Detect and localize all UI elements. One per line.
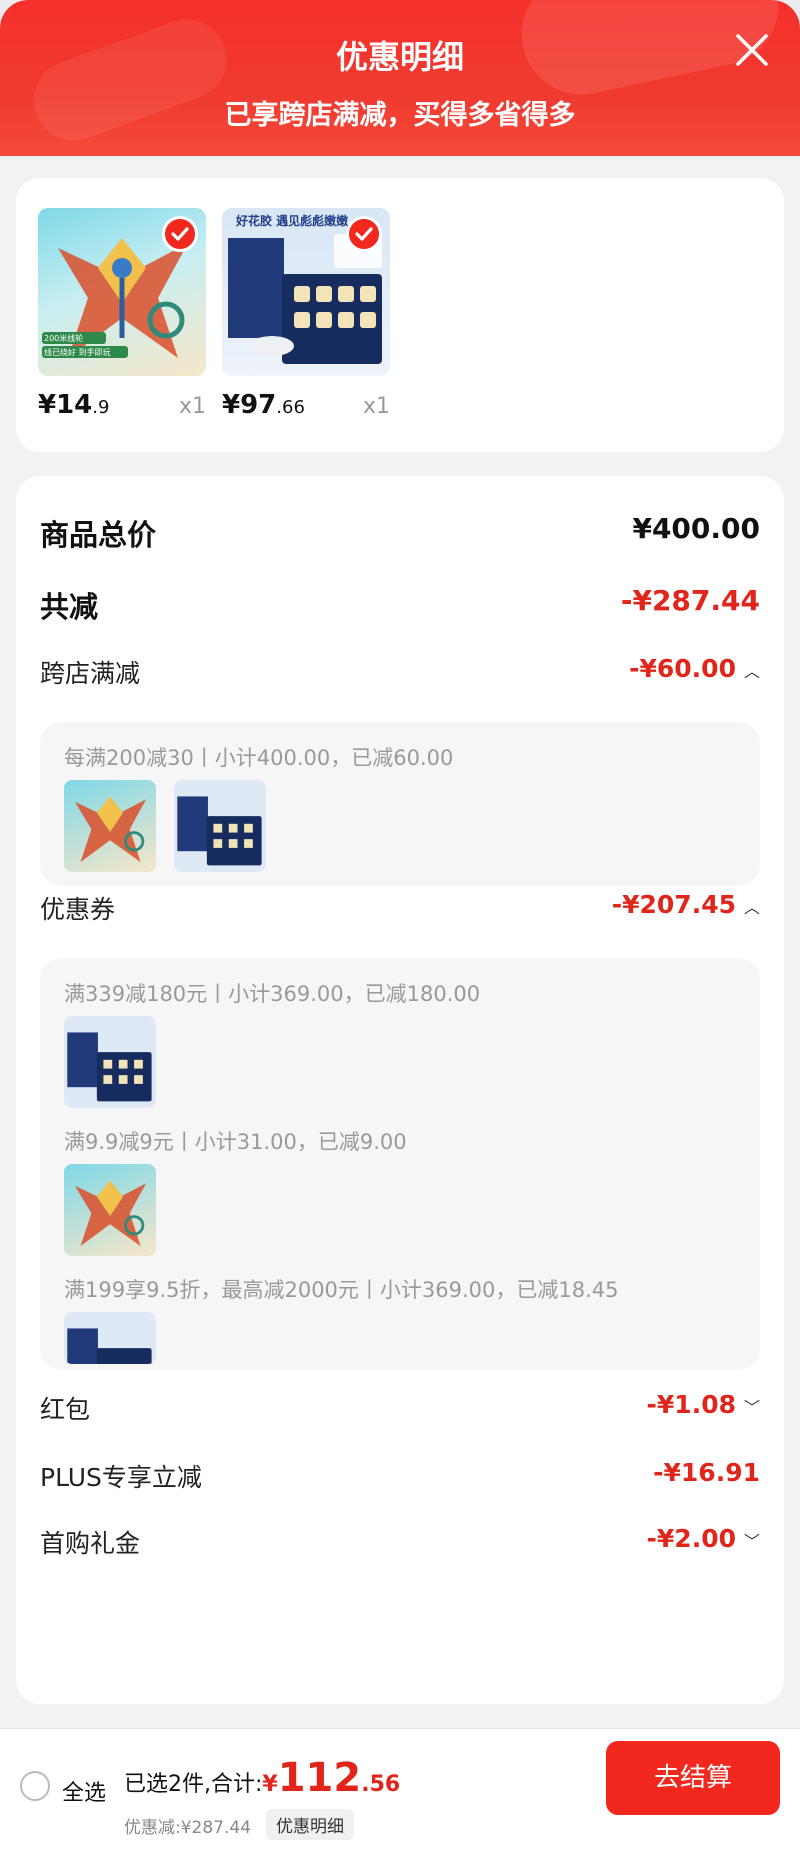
- mini-product-box: [64, 1016, 156, 1108]
- select-all-radio[interactable]: [20, 1771, 50, 1801]
- mini-product-box: [64, 1312, 156, 1364]
- product-image-box: 好花胶 遇见彪彪嫩嫩: [222, 208, 390, 376]
- badge-text: 200米线轮: [44, 334, 84, 343]
- product-price: ¥97.66: [222, 390, 305, 420]
- selection-summary: 已选2件,合计:¥112.56: [124, 1755, 400, 1801]
- discount-detail-button[interactable]: 优惠明细: [266, 1809, 354, 1840]
- total-price-row: 商品总价 ¥400.00: [40, 512, 760, 552]
- product-quantity: x1: [362, 394, 390, 419]
- coupon-label: 优惠券: [40, 895, 116, 924]
- first-gift-label: 首购礼金: [40, 1529, 141, 1558]
- total-reduce-row: 共减 -¥287.44: [40, 584, 760, 624]
- discount-breakdown-card: 商品总价 ¥400.00 共减 -¥287.44 跨店满减 -¥60.00 ︿ 每…: [16, 476, 784, 1704]
- plus-row: PLUS专享立减 -¥16.91: [40, 1458, 760, 1498]
- close-icon: [736, 34, 768, 66]
- red-packet-amount: -¥1.08 ﹀: [646, 1390, 760, 1419]
- total-price-value: ¥400.00: [632, 512, 760, 545]
- product-quantity: x1: [178, 394, 206, 419]
- coupon-line: 满339减180元丨小计369.00，已减180.00: [64, 982, 481, 1006]
- cross-store-amount: -¥60.00 ︿: [629, 654, 760, 683]
- cross-store-detail-box: 每满200减30丨小计400.00，已减60.00: [40, 722, 760, 886]
- red-packet-row[interactable]: 红包 -¥1.08 ﹀: [40, 1390, 760, 1430]
- coupon-detail-box: 满339减180元丨小计369.00，已减180.00 满9.9减9元丨小计31…: [40, 958, 760, 1370]
- mini-product-box: [174, 780, 266, 872]
- coupon-line: 满199享9.5折，最高减2000元丨小计369.00，已减18.45: [64, 1278, 619, 1302]
- coupon-amount: -¥207.45 ︿: [611, 890, 760, 919]
- coupon-row[interactable]: 优惠券 -¥207.45 ︿: [40, 890, 760, 930]
- plus-label: PLUS专享立减: [40, 1463, 202, 1492]
- product-price: ¥14.9: [38, 390, 110, 420]
- sheet-title: 优惠明细: [335, 38, 464, 76]
- product-price-row: ¥14.9 x1: [38, 386, 206, 426]
- chevron-up-icon: ︿: [743, 898, 760, 917]
- first-gift-row[interactable]: 首购礼金 -¥2.00 ﹀: [40, 1524, 760, 1564]
- mini-product-kite: [64, 1164, 156, 1256]
- product-item[interactable]: 好花胶 遇见彪彪嫩嫩 ¥97.66 x1: [222, 208, 390, 426]
- cross-store-row[interactable]: 跨店满减 -¥60.00 ︿: [40, 654, 760, 694]
- total-amount-dec: .56: [361, 1772, 401, 1797]
- selected-products-card: 200米线轮 线已绕好 到手即玩 ¥14.9 x1 好花胶 遇见彪彪嫩嫩 ¥97…: [16, 178, 784, 452]
- chevron-up-icon: ︿: [743, 662, 760, 681]
- red-packet-label: 红包: [40, 1395, 91, 1424]
- chevron-down-icon: ﹀: [743, 1532, 760, 1551]
- sheet-header: 优惠明细 已享跨店满减，买得多省得多: [0, 0, 800, 156]
- select-all-label[interactable]: 全选: [62, 1775, 106, 1807]
- total-reduce-label: 共减: [40, 590, 99, 624]
- checkout-bar: 全选 已选2件,合计:¥112.56 优惠减:¥287.44 优惠明细 去结算: [0, 1728, 800, 1856]
- close-button[interactable]: [732, 30, 772, 70]
- discount-detail-sheet: 优惠明细 已享跨店满减，买得多省得多 200米线轮 线已绕好 到手即玩 ¥14.…: [0, 0, 800, 1856]
- product-price-row: ¥97.66 x1: [222, 386, 390, 426]
- first-gift-amount: -¥2.00 ﹀: [646, 1524, 760, 1553]
- badge-text: 线已绕好 到手即玩: [44, 348, 111, 357]
- product-banner-text: 好花胶 遇见彪彪嫩嫩: [236, 214, 349, 228]
- coupon-line: 满9.9减9元丨小计31.00，已减9.00: [64, 1130, 407, 1154]
- check-icon[interactable]: [162, 216, 198, 252]
- product-image-kite: 200米线轮 线已绕好 到手即玩: [38, 208, 206, 376]
- checkout-button[interactable]: 去结算: [606, 1741, 780, 1815]
- product-item[interactable]: 200米线轮 线已绕好 到手即玩 ¥14.9 x1: [38, 208, 206, 426]
- total-price-label: 商品总价: [40, 518, 157, 552]
- plus-amount: -¥16.91: [653, 1458, 760, 1487]
- cross-store-label: 跨店满减: [40, 659, 141, 688]
- selected-count-text: 已选2件,合计:: [124, 1772, 263, 1797]
- check-icon[interactable]: [346, 216, 382, 252]
- mini-product-kite: [64, 780, 156, 872]
- total-amount-int: 112: [277, 1755, 362, 1801]
- sheet-subtitle: 已享跨店满减，买得多省得多: [224, 100, 576, 131]
- chevron-down-icon: ﹀: [743, 1398, 760, 1417]
- saved-amount-text: 优惠减:¥287.44: [124, 1818, 252, 1838]
- total-reduce-value: -¥287.44: [620, 584, 760, 617]
- total-currency: ¥: [262, 1772, 278, 1797]
- cross-store-detail: 每满200减30丨小计400.00，已减60.00: [64, 746, 454, 770]
